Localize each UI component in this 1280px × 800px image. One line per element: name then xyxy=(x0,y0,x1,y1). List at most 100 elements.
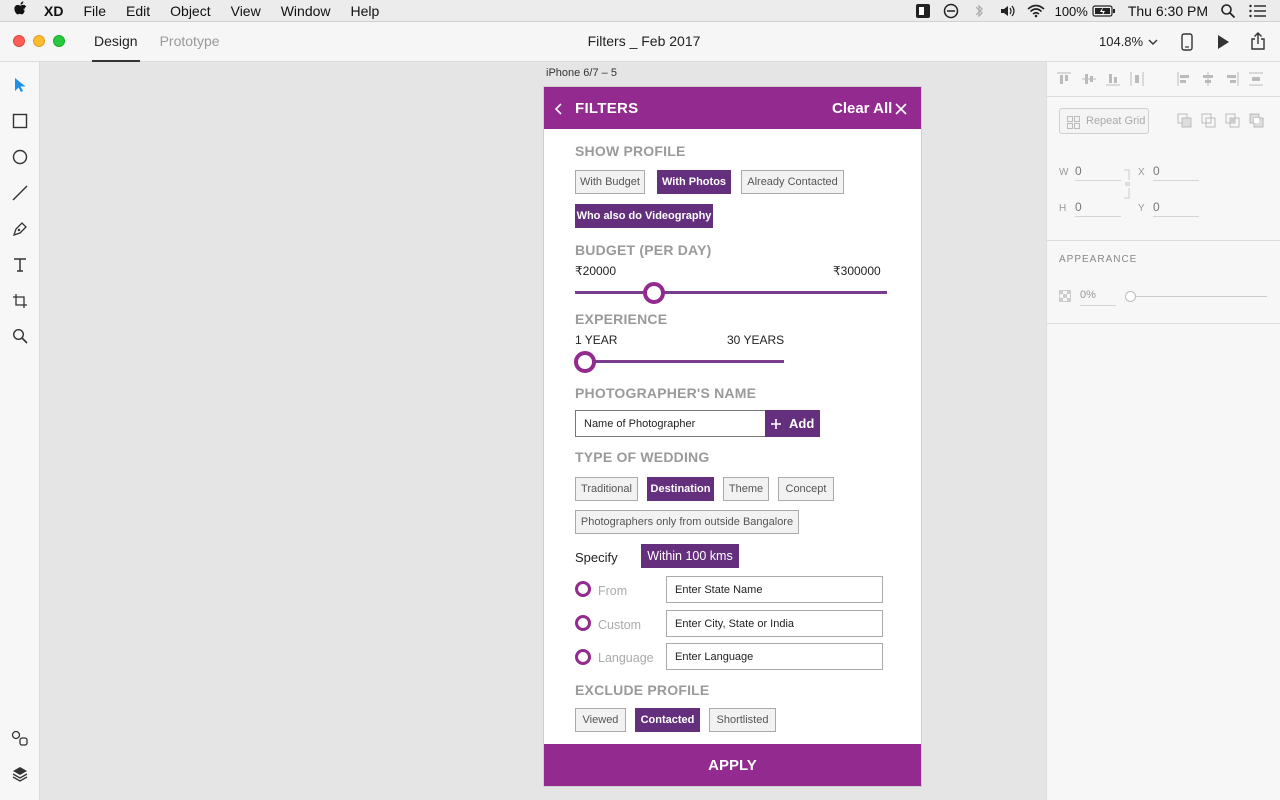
repeat-grid-button[interactable]: Repeat Grid xyxy=(1059,108,1149,134)
chip-contacted[interactable]: Contacted xyxy=(635,708,700,732)
opacity-field[interactable]: 0% xyxy=(1080,289,1116,306)
menu-view[interactable]: View xyxy=(221,3,271,19)
chip-shortlisted[interactable]: Shortlisted xyxy=(709,708,776,732)
x-label: X xyxy=(1138,167,1145,178)
artboard-name[interactable]: iPhone 6/7 – 5 xyxy=(546,67,617,79)
menu-clock[interactable]: Thu 6:30 PM xyxy=(1128,3,1208,19)
lock-aspect-icon[interactable] xyxy=(1123,169,1131,204)
rupee-symbol: ₹ xyxy=(575,264,583,278)
chip-destination[interactable]: Destination xyxy=(647,477,714,501)
opacity-slider-handle[interactable] xyxy=(1125,291,1136,302)
boolean-exclude-icon[interactable] xyxy=(1249,113,1265,134)
layout-section: Repeat Grid W 0 X 0 H 0 Y 0 xyxy=(1047,97,1280,241)
chip-outside-bangalore[interactable]: Photographers only from outside Bangalor… xyxy=(575,510,799,534)
distribute-horizontal-icon[interactable] xyxy=(1130,72,1144,86)
apple-icon[interactable] xyxy=(0,0,40,21)
budget-slider-handle[interactable] xyxy=(643,282,665,304)
artboard-tool-icon[interactable] xyxy=(10,291,30,311)
align-bottom-icon[interactable] xyxy=(1106,72,1120,86)
clear-all-button[interactable]: Clear All xyxy=(832,100,892,117)
align-center-icon[interactable] xyxy=(1201,72,1215,86)
align-right-icon[interactable] xyxy=(1225,72,1239,86)
bbedit-icon[interactable] xyxy=(915,3,931,19)
chip-traditional[interactable]: Traditional xyxy=(575,477,638,501)
budget-slider-track[interactable] xyxy=(575,291,887,294)
chevron-down-icon[interactable] xyxy=(1147,35,1159,53)
boolean-add-icon[interactable] xyxy=(1177,113,1193,134)
width-field[interactable]: 0 xyxy=(1075,164,1121,181)
distribute-vertical-icon[interactable] xyxy=(1249,72,1263,86)
language-input[interactable]: Enter Language xyxy=(666,643,883,670)
filters-title: FILTERS xyxy=(575,100,639,117)
share-icon[interactable] xyxy=(1250,32,1266,55)
rectangle-tool-icon[interactable] xyxy=(10,111,30,131)
show-profile-title: SHOW PROFILE xyxy=(575,143,686,159)
radio-language-label: Language xyxy=(598,651,654,665)
select-tool-icon[interactable] xyxy=(10,75,30,95)
symbols-icon[interactable] xyxy=(10,728,30,748)
menu-object[interactable]: Object xyxy=(160,3,220,19)
title-bar: Design Prototype Filters _ Feb 2017 104.… xyxy=(0,22,1280,62)
height-field[interactable]: 0 xyxy=(1075,200,1121,217)
budget-title: BUDGET (PER DAY) xyxy=(575,242,712,258)
do-not-disturb-icon[interactable] xyxy=(943,3,959,19)
text-tool-icon[interactable] xyxy=(10,255,30,275)
pen-tool-icon[interactable] xyxy=(10,219,30,239)
boolean-subtract-icon[interactable] xyxy=(1201,113,1217,134)
experience-title: EXPERIENCE xyxy=(575,311,668,327)
chip-videography[interactable]: Who also do Videography xyxy=(575,204,713,228)
volume-icon[interactable] xyxy=(999,3,1015,19)
photographer-name-input[interactable]: Name of Photographer xyxy=(575,410,766,437)
battery-icon[interactable] xyxy=(1092,3,1116,19)
bluetooth-icon[interactable] xyxy=(971,3,987,19)
device-preview-icon[interactable] xyxy=(1181,33,1193,56)
menu-edit[interactable]: Edit xyxy=(116,3,160,19)
radio-from[interactable] xyxy=(575,581,591,597)
chip-theme[interactable]: Theme xyxy=(723,477,769,501)
specify-label: Specify xyxy=(575,550,618,565)
notification-center-icon[interactable] xyxy=(1248,3,1268,19)
city-state-input[interactable]: Enter City, State or India xyxy=(666,610,883,637)
zoom-tool-icon[interactable] xyxy=(10,326,30,346)
layers-icon[interactable] xyxy=(10,764,30,784)
height-label: H xyxy=(1059,203,1067,214)
y-position-field[interactable]: 0 xyxy=(1153,200,1199,217)
opacity-slider[interactable] xyxy=(1125,296,1267,297)
radio-language[interactable] xyxy=(575,649,591,665)
wifi-icon[interactable] xyxy=(1027,3,1045,19)
zoom-level[interactable]: 104.8% xyxy=(1099,34,1143,49)
spotlight-search-icon[interactable] xyxy=(1220,3,1236,19)
back-chevron-icon[interactable] xyxy=(554,102,564,120)
chip-viewed[interactable]: Viewed xyxy=(575,708,626,732)
chip-with-budget[interactable]: With Budget xyxy=(575,170,645,194)
within-100-kms-button[interactable]: Within 100 kms xyxy=(641,544,739,568)
menu-file[interactable]: File xyxy=(73,3,116,19)
repeat-grid-label: Repeat Grid xyxy=(1086,115,1146,127)
align-left-icon[interactable] xyxy=(1177,72,1191,86)
chip-concept[interactable]: Concept xyxy=(778,477,834,501)
chip-already-contacted[interactable]: Already Contacted xyxy=(741,170,844,194)
close-icon[interactable] xyxy=(895,102,907,120)
align-toolbar xyxy=(1047,62,1280,97)
chip-with-photos[interactable]: With Photos xyxy=(657,170,731,194)
state-name-input[interactable]: Enter State Name xyxy=(666,576,883,603)
experience-slider-handle[interactable] xyxy=(574,351,596,373)
line-tool-icon[interactable] xyxy=(10,183,30,203)
menu-window[interactable]: Window xyxy=(271,3,341,19)
apply-button[interactable]: APPLY xyxy=(544,744,921,786)
radio-from-label: From xyxy=(598,584,628,598)
ellipse-tool-icon[interactable] xyxy=(10,147,30,167)
menu-app-name[interactable]: XD xyxy=(40,3,73,19)
align-middle-icon[interactable] xyxy=(1082,72,1096,86)
x-position-field[interactable]: 0 xyxy=(1153,164,1199,181)
plus-icon xyxy=(771,418,781,429)
align-top-icon[interactable] xyxy=(1057,72,1071,86)
play-preview-icon[interactable] xyxy=(1216,34,1230,55)
rupee-symbol: ₹ xyxy=(833,264,841,278)
radio-custom[interactable] xyxy=(575,615,591,631)
boolean-intersect-icon[interactable] xyxy=(1225,113,1241,134)
experience-slider-track[interactable] xyxy=(575,360,784,363)
menu-help[interactable]: Help xyxy=(341,3,390,19)
add-photographer-button[interactable]: Add xyxy=(765,410,820,437)
experience-max-label: 30 YEARS xyxy=(727,333,785,347)
